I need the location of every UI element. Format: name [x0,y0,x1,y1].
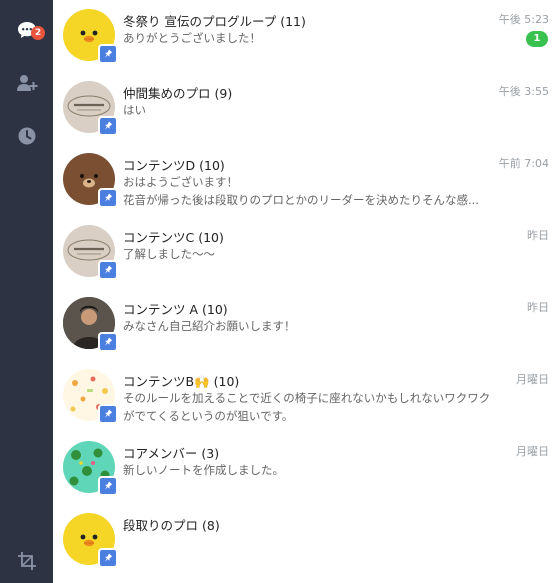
chat-time: 午後 5:23 [498,13,549,26]
chat-name: 段取りのプロ (8) [123,518,220,533]
chat-row[interactable]: 仲間集めのプロ (9) はい 午後 3:55 [53,72,558,144]
add-friend-icon [16,75,37,91]
chat-preview: おはようございます！ 花音が帰った後は段取りのプロとかのリーダーを決めたりそんな… [123,175,479,207]
pin-icon [98,404,118,424]
chat-row[interactable]: コンテンツC (10) 了解しました〜〜 昨日 [53,216,558,288]
chat-time: 昨日 [527,229,549,242]
chat-preview: そのルールを加えることで近くの椅子に座れないかもしれないワクワクがでてくるという… [123,391,491,423]
chat-name: コアメンバー (3) [123,446,220,461]
chat-row[interactable]: 冬祭り 宣伝のプログループ (11) ありがとうございました！ 午後 5:23 … [53,0,558,72]
chat-preview: 了解しました〜〜 [123,247,215,261]
chat-name: 冬祭り 宣伝のプログループ (11) [123,14,306,29]
add-friend-tab[interactable] [0,63,53,103]
chat-row[interactable]: コンテンツB🙌 (10) そのルールを加えることで近くの椅子に座れないかもしれな… [53,360,558,432]
chat-name: コンテンツD (10) [123,158,225,173]
chat-preview: はい [123,103,146,117]
avatar [63,513,118,568]
history-tab[interactable] [0,116,53,156]
avatar [63,153,118,208]
chat-name: コンテンツC (10) [123,230,224,245]
chat-row[interactable]: コアメンバー (3) 新しいノートを作成しました。 月曜日 [53,432,558,504]
chat-row[interactable]: 段取りのプロ (8) [53,504,558,576]
chats-tab[interactable]: 2 [0,10,53,50]
chat-time: 午後 3:55 [498,85,549,98]
chat-list: 冬祭り 宣伝のプログループ (11) ありがとうございました！ 午後 5:23 … [53,0,558,583]
clock-icon [18,127,35,145]
pin-icon [98,116,118,136]
pin-icon [98,188,118,208]
chat-preview: 新しいノートを作成しました。 [123,463,284,477]
chat-name: 仲間集めのプロ (9) [123,86,233,101]
crop-tab[interactable] [0,541,53,581]
pin-icon [98,548,118,568]
chat-time: 月曜日 [516,445,549,458]
chat-preview: みなさん自己紹介お願いします！ [123,319,296,333]
chat-row[interactable]: コンテンツD (10) おはようございます！ 花音が帰った後は段取りのプロとかの… [53,144,558,216]
pin-icon [98,476,118,496]
avatar [63,225,118,280]
crop-icon [17,552,36,570]
pin-icon [98,260,118,280]
chat-time: 午前 7:04 [498,157,549,170]
avatar [63,9,118,64]
chat-time: 昨日 [527,301,549,314]
chat-unread-badge: 2 [31,26,45,40]
unread-count-badge: 1 [526,31,548,47]
side-rail: 2 [0,0,53,583]
avatar [63,297,118,352]
avatar [63,81,118,136]
chat-name: コンテンツ A (10) [123,302,228,317]
chat-name: コンテンツB🙌 (10) [123,374,240,389]
pin-icon [98,44,118,64]
chat-time: 月曜日 [516,373,549,386]
avatar [63,369,118,424]
chat-row[interactable]: コンテンツ A (10) みなさん自己紹介お願いします！ 昨日 [53,288,558,360]
avatar [63,441,118,496]
pin-icon [98,332,118,352]
chat-preview: ありがとうございました！ [123,31,261,45]
